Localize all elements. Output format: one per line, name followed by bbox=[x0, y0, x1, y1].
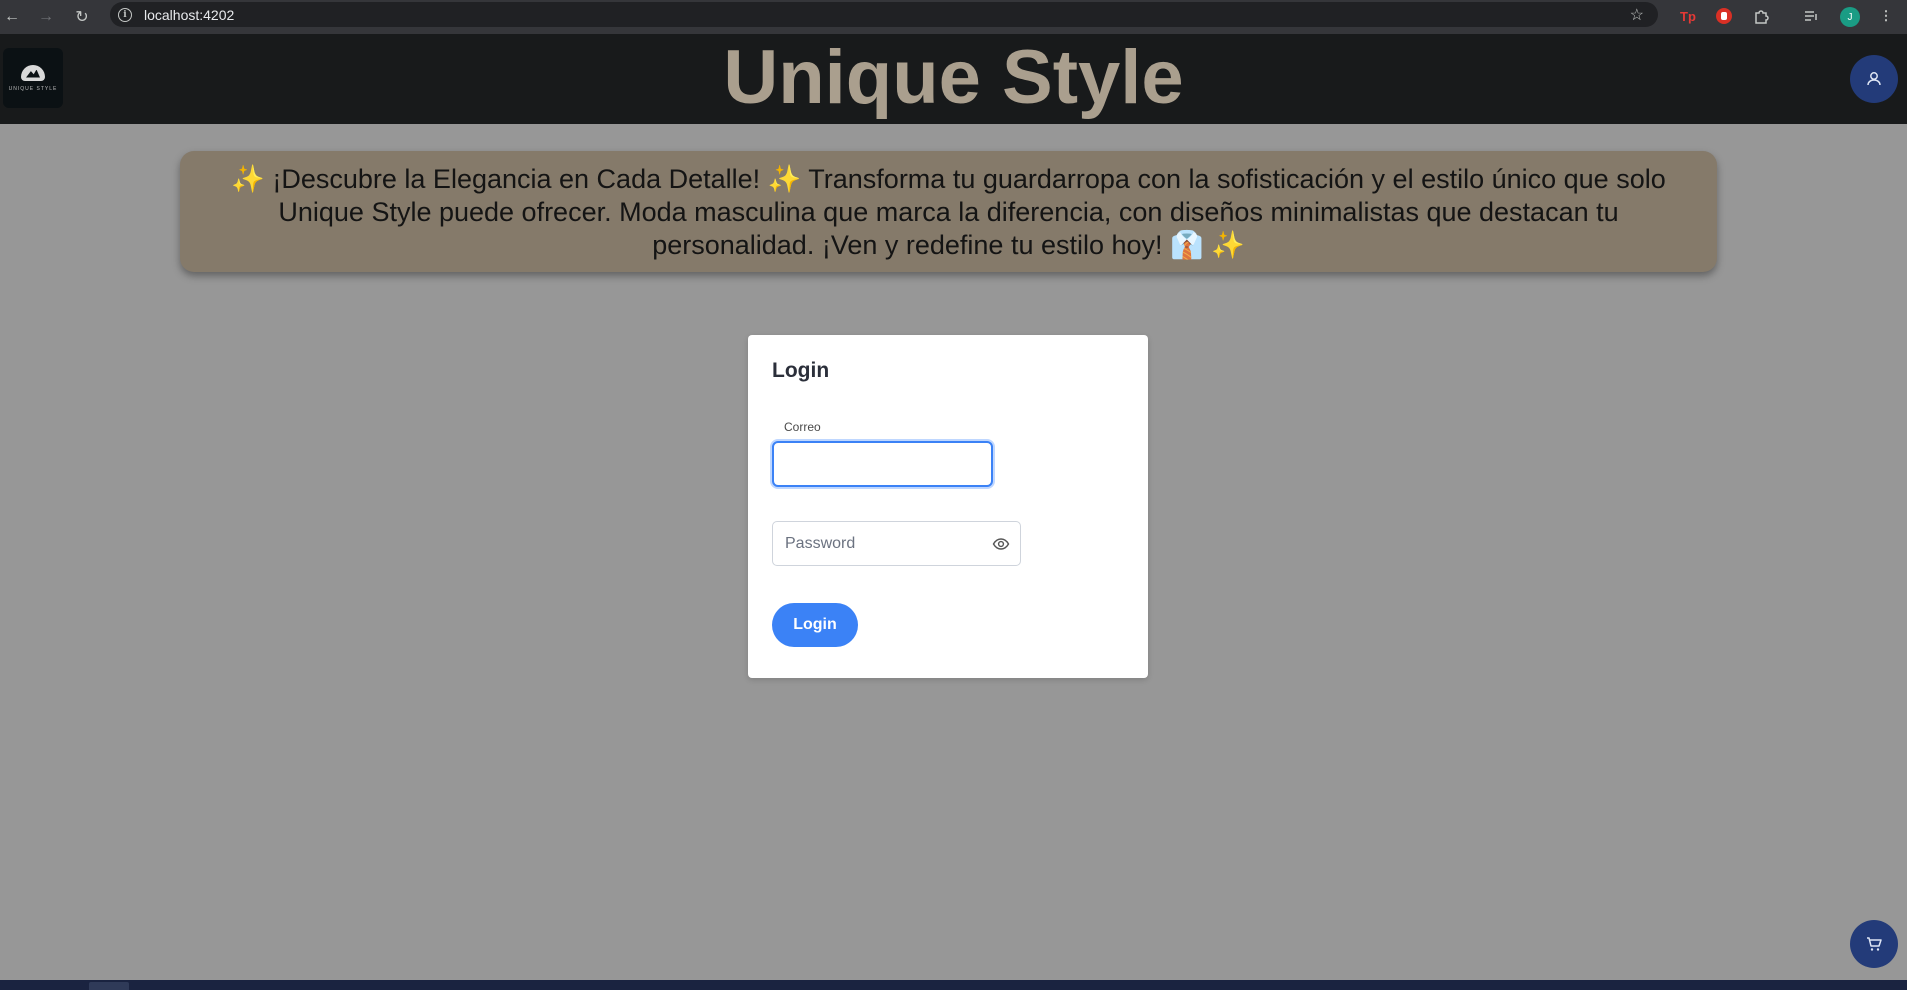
address-bar[interactable]: i localhost:4202 ☆ bbox=[110, 2, 1658, 27]
user-icon bbox=[1867, 72, 1881, 86]
eye-icon[interactable] bbox=[992, 535, 1010, 553]
media-queue-icon[interactable] bbox=[1800, 5, 1822, 27]
browser-toolbar: ← → ↻ i localhost:4202 ☆ Tp J ⋮ bbox=[0, 0, 1907, 34]
extension-hand-icon[interactable] bbox=[1713, 5, 1735, 27]
back-arrow-icon[interactable]: ← bbox=[0, 5, 24, 29]
taskbar-item[interactable] bbox=[89, 982, 129, 990]
email-field[interactable] bbox=[772, 441, 993, 487]
page-title: Unique Style bbox=[723, 35, 1184, 120]
cart-icon bbox=[1867, 937, 1882, 951]
cart-button[interactable] bbox=[1850, 920, 1898, 968]
bookmark-star-icon[interactable]: ☆ bbox=[1630, 5, 1644, 25]
password-field-wrapper bbox=[772, 521, 1021, 566]
browser-menu-icon[interactable]: ⋮ bbox=[1875, 5, 1897, 27]
extension-tp-icon[interactable]: Tp bbox=[1677, 5, 1699, 27]
login-button[interactable]: Login bbox=[772, 603, 858, 647]
profile-avatar[interactable]: J bbox=[1840, 7, 1860, 27]
address-bar-url[interactable]: localhost:4202 bbox=[144, 7, 234, 23]
forward-arrow-icon[interactable]: → bbox=[34, 5, 58, 29]
app-header: UNIQUE STYLE Unique Style bbox=[0, 34, 1907, 124]
extensions-puzzle-icon[interactable] bbox=[1750, 5, 1772, 27]
password-field[interactable] bbox=[773, 522, 973, 565]
site-info-icon[interactable]: i bbox=[118, 7, 132, 22]
email-label: Correo bbox=[784, 420, 821, 434]
promo-banner: ✨ ¡Descubre la Elegancia en Cada Detalle… bbox=[180, 151, 1717, 272]
login-card: Login Correo Login bbox=[748, 335, 1148, 678]
os-taskbar bbox=[0, 980, 1907, 990]
reload-icon[interactable]: ↻ bbox=[70, 5, 94, 29]
login-title: Login bbox=[772, 359, 830, 382]
user-account-button[interactable] bbox=[1850, 55, 1898, 103]
